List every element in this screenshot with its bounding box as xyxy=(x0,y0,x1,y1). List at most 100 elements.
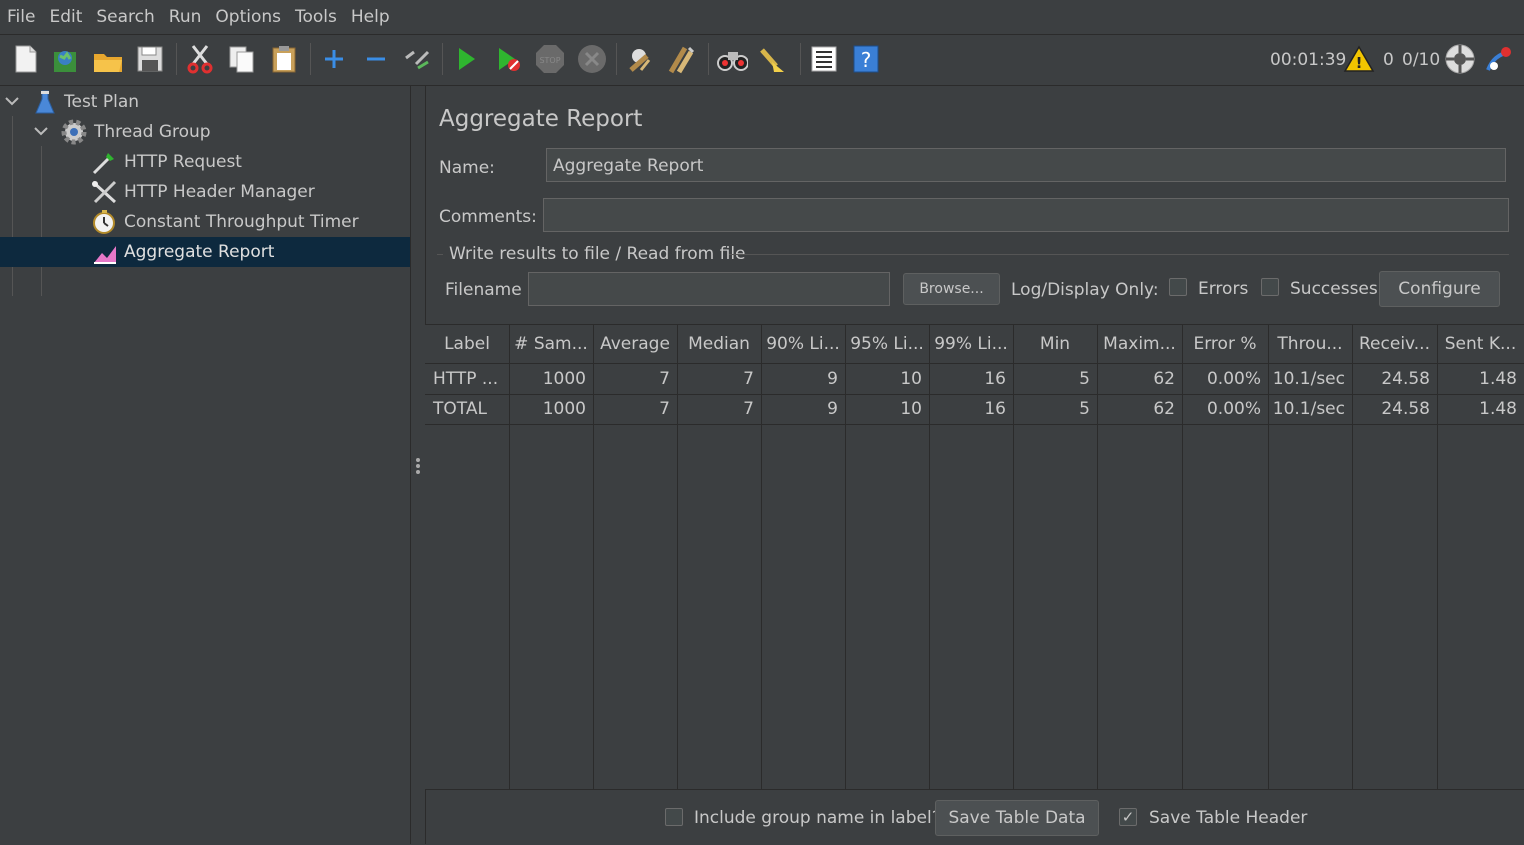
tree-item-http-header-manager[interactable]: HTTP Header Manager xyxy=(0,177,410,207)
column-header-samples[interactable]: # Sam... xyxy=(509,325,593,363)
collapse-icon[interactable] xyxy=(360,43,392,75)
chevron-down-icon[interactable] xyxy=(4,90,20,117)
table-row[interactable]: HTTP ... 1000 7 7 9 10 16 5 62 0.00% 10.… xyxy=(425,364,1524,395)
shutdown-icon[interactable] xyxy=(576,43,608,75)
aggregate-report-panel: Aggregate Report Name: Aggregate Report … xyxy=(425,86,1524,844)
copy-icon[interactable] xyxy=(226,43,258,75)
column-header-95-line[interactable]: 95% Li... xyxy=(845,325,929,363)
start-icon[interactable] xyxy=(450,43,482,75)
comments-label: Comments: xyxy=(439,207,537,227)
toggle-icon[interactable] xyxy=(402,43,434,75)
tree-item-thread-group[interactable]: Thread Group xyxy=(0,117,410,147)
configure-button[interactable]: Configure xyxy=(1379,271,1500,307)
menu-search[interactable]: Search xyxy=(89,7,161,27)
tree-item-label: HTTP Header Manager xyxy=(124,182,315,202)
table-cell: 1000 xyxy=(542,399,586,419)
toolbar-separator xyxy=(310,43,311,75)
filename-field[interactable] xyxy=(528,272,890,306)
panel-splitter[interactable] xyxy=(410,86,426,844)
function-helper-icon[interactable] xyxy=(808,43,840,75)
reset-search-icon[interactable] xyxy=(758,43,790,75)
table-row[interactable]: TOTAL 1000 7 7 9 10 16 5 62 0.00% 10.1/s… xyxy=(425,394,1524,425)
menu-run[interactable]: Run xyxy=(162,7,209,27)
comments-field[interactable] xyxy=(543,198,1509,232)
warning-icon[interactable]: ! xyxy=(1343,43,1375,75)
stop-icon[interactable]: STOP xyxy=(534,43,566,75)
column-header-average[interactable]: Average xyxy=(593,325,677,363)
menu-tools[interactable]: Tools xyxy=(288,7,344,27)
table-cell: 10 xyxy=(900,399,922,419)
tools-icon xyxy=(90,179,118,210)
menu-help[interactable]: Help xyxy=(344,7,397,27)
search-icon[interactable] xyxy=(716,43,748,75)
table-cell: 24.58 xyxy=(1381,369,1430,389)
tree-item-test-plan[interactable]: Test Plan xyxy=(0,87,410,117)
pipette-icon xyxy=(90,149,118,180)
toolbar: STOP ? 00:01:39 ! 0 0/10 xyxy=(0,35,1524,86)
table-cell: 62 xyxy=(1153,369,1175,389)
table-cell: 7 xyxy=(743,399,754,419)
file-group-label: Write results to file / Read from file xyxy=(449,244,746,264)
templates-icon[interactable] xyxy=(50,43,82,75)
menu-edit[interactable]: Edit xyxy=(42,7,89,27)
browse-button[interactable]: Browse... xyxy=(903,273,1000,305)
chart-icon xyxy=(92,241,118,270)
column-header-max[interactable]: Maxim... xyxy=(1097,325,1182,363)
tree-item-constant-throughput-timer[interactable]: Constant Throughput Timer xyxy=(0,207,410,237)
successes-checkbox[interactable] xyxy=(1261,278,1279,296)
tree-item-http-request[interactable]: HTTP Request xyxy=(0,147,410,177)
toolbar-separator xyxy=(616,43,617,75)
include-group-checkbox[interactable] xyxy=(665,808,683,826)
table-cell: 9 xyxy=(827,369,838,389)
table-cell: 16 xyxy=(984,399,1006,419)
clear-all-icon[interactable] xyxy=(666,43,698,75)
chevron-down-icon[interactable] xyxy=(33,120,49,147)
clear-icon[interactable] xyxy=(624,43,656,75)
elapsed-time: 00:01:39 xyxy=(1270,50,1347,70)
svg-text:STOP: STOP xyxy=(539,56,560,65)
column-header-median[interactable]: Median xyxy=(677,325,761,363)
column-header-sent[interactable]: Sent K... xyxy=(1437,325,1524,363)
name-field[interactable]: Aggregate Report xyxy=(546,148,1506,182)
column-header-min[interactable]: Min xyxy=(1013,325,1097,363)
table-cell: 5 xyxy=(1079,369,1090,389)
log-viewer-icon[interactable] xyxy=(1484,43,1516,75)
group-border xyxy=(729,254,1509,255)
save-table-header-checkbox[interactable]: ✓ xyxy=(1119,808,1137,826)
start-no-pauses-icon[interactable] xyxy=(492,43,524,75)
splitter-grip xyxy=(416,458,420,462)
tree-item-label: Constant Throughput Timer xyxy=(124,212,359,232)
open-icon[interactable] xyxy=(92,43,124,75)
errors-label: Errors xyxy=(1198,279,1249,299)
column-header-received[interactable]: Receiv... xyxy=(1352,325,1437,363)
column-header-throughput[interactable]: Throu... xyxy=(1268,325,1352,363)
save-table-header-label: Save Table Header xyxy=(1149,808,1308,828)
stopwatch-icon xyxy=(91,209,119,240)
name-label: Name: xyxy=(439,158,495,178)
column-header-label[interactable]: Label xyxy=(425,325,509,363)
column-header-99-line[interactable]: 99% Li... xyxy=(929,325,1013,363)
page-title: Aggregate Report xyxy=(439,106,643,132)
svg-text:!: ! xyxy=(1356,54,1363,72)
column-header-90-line[interactable]: 90% Li... xyxy=(761,325,845,363)
results-table: Label # Sam... Average Median 90% Li... … xyxy=(425,324,1524,790)
active-threads: 0/10 xyxy=(1402,50,1441,70)
expand-icon[interactable] xyxy=(318,43,350,75)
help-icon[interactable]: ? xyxy=(850,43,882,75)
errors-checkbox[interactable] xyxy=(1169,278,1187,296)
save-table-data-button[interactable]: Save Table Data xyxy=(935,800,1099,836)
tree-item-label: Test Plan xyxy=(64,92,140,112)
save-icon[interactable] xyxy=(134,43,166,75)
include-group-label: Include group name in label? xyxy=(694,808,941,828)
menu-file[interactable]: File xyxy=(0,7,42,27)
column-header-error[interactable]: Error % xyxy=(1182,325,1268,363)
paste-icon[interactable] xyxy=(268,43,300,75)
toolbar-separator xyxy=(442,43,443,75)
successes-label: Successes xyxy=(1290,279,1378,299)
cut-icon[interactable] xyxy=(184,43,216,75)
table-cell: HTTP ... xyxy=(433,369,499,389)
new-icon[interactable] xyxy=(10,43,42,75)
menu-options[interactable]: Options xyxy=(208,7,288,27)
table-cell: 10.1/sec xyxy=(1272,399,1345,419)
tree-item-aggregate-report[interactable]: Aggregate Report xyxy=(0,237,410,267)
